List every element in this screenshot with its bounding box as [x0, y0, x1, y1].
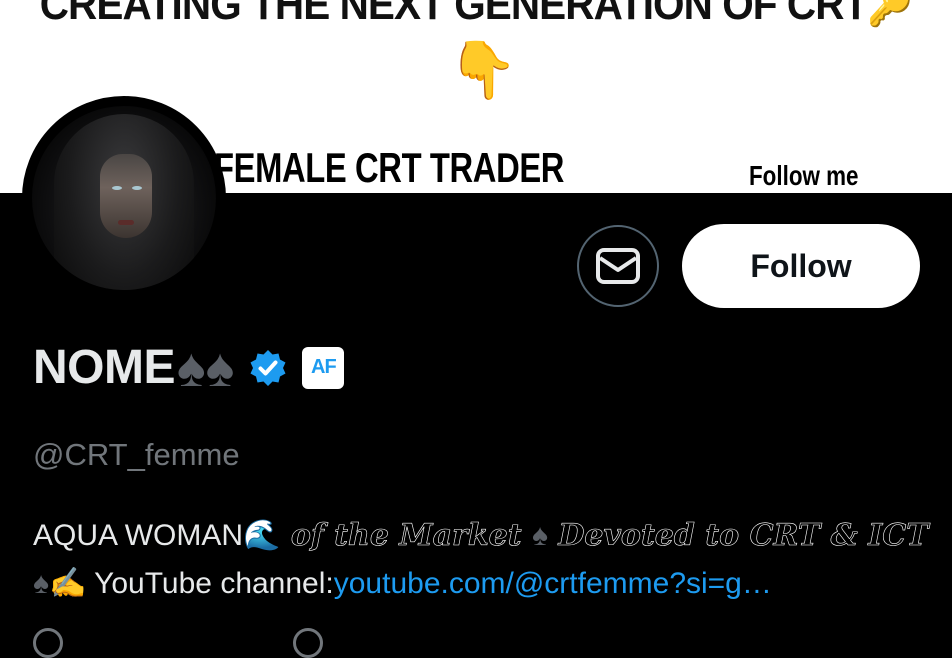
bio-text-3: Devoted to CRT & ICT [547, 518, 929, 554]
profile-handle: @CRT_femme [33, 437, 240, 472]
display-name: NOME [33, 341, 176, 394]
profile-name-row: NOME ♠♠ AF [33, 337, 345, 398]
category-icon [33, 628, 63, 658]
wave-emoji: 🌊 [243, 519, 281, 552]
writing-hand-emoji: ✍ [48, 567, 87, 600]
banner-follow-text: Follow me [749, 160, 859, 191]
avatar-face [100, 154, 152, 238]
message-button[interactable] [577, 225, 659, 307]
banner-headline: CREATING THE NEXT GENERATION OF CRT🔑 [38, 0, 914, 30]
envelope-icon [596, 248, 640, 284]
banner-headline-text: CREATING THE NEXT GENERATION OF CRT [39, 0, 869, 29]
affiliate-badge[interactable]: AF [302, 346, 345, 389]
location-icon [293, 628, 323, 658]
spade-icon: ♠ [532, 519, 548, 552]
bio-text-2: of the Market [280, 518, 533, 554]
avatar-lips [118, 220, 134, 225]
profile-bio: AQUA WOMAN🌊 of the Market ♠ Devoted to C… [33, 512, 933, 608]
banner-subtitle: FEMALE CRT TRADER [214, 144, 565, 191]
bio-text-1: AQUA WOMAN [33, 519, 244, 552]
avatar[interactable] [22, 96, 226, 300]
verified-badge-icon[interactable] [248, 348, 288, 388]
avatar-eye-left [112, 186, 122, 190]
avatar-image [32, 106, 216, 290]
profile-meta-row [33, 628, 323, 658]
spade-symbols: ♠♠ [177, 337, 235, 398]
key-emoji: 🔑 [867, 0, 913, 28]
spade-icon: ♠ [33, 567, 49, 600]
follow-button[interactable]: Follow [682, 224, 920, 308]
pointing-down-emoji: 👇 [448, 38, 518, 101]
avatar-eye-right [132, 186, 142, 190]
youtube-link[interactable]: youtube.com/@crtfemme?si=g… [334, 567, 772, 600]
bio-text-4: YouTube channel: [86, 567, 334, 600]
